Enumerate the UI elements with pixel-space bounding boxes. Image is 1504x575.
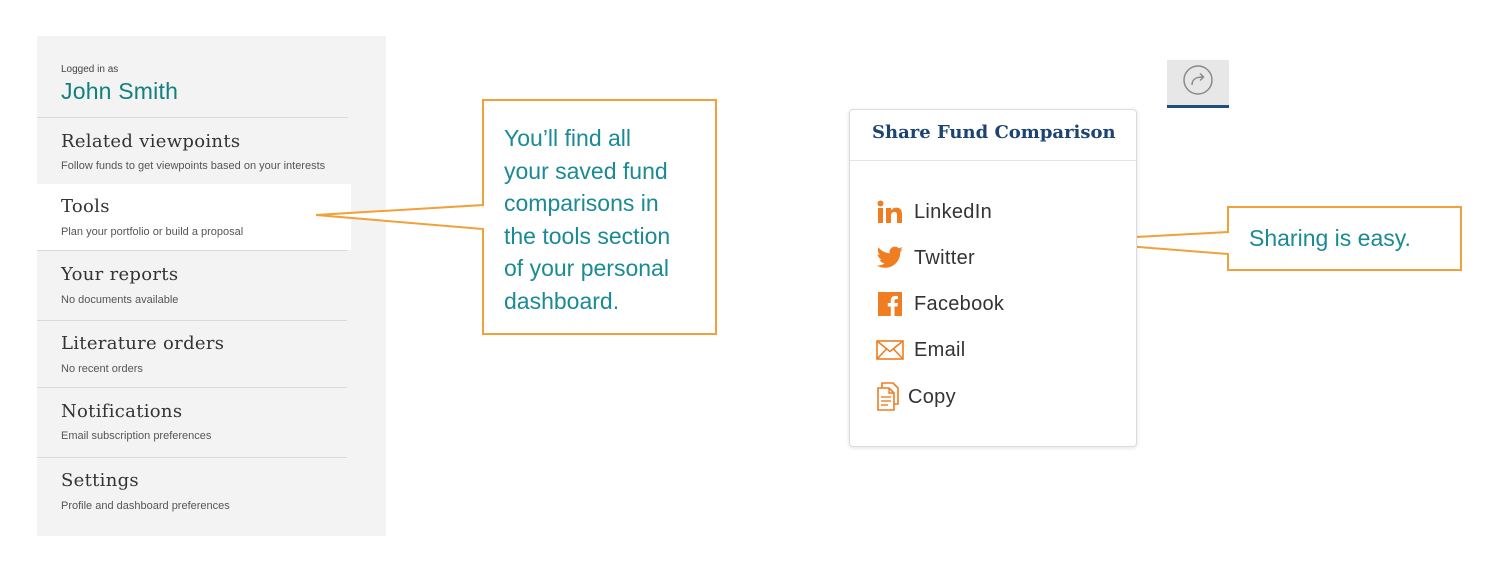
- linkedin-icon: [876, 198, 904, 226]
- callout-line: your saved fund: [504, 157, 668, 184]
- callout-line: You’ll find all: [504, 125, 632, 151]
- share-facebook[interactable]: Facebook: [876, 289, 1004, 319]
- share-twitter[interactable]: Twitter: [876, 243, 975, 273]
- share-item-label: Email: [914, 338, 966, 361]
- copy-icon: [876, 382, 900, 411]
- share-callout-text: Sharing is easy.: [1249, 225, 1411, 251]
- share-copy[interactable]: Copy: [876, 382, 956, 412]
- share-item-label: Facebook: [914, 292, 1005, 315]
- callout-line: the tools section: [504, 222, 671, 249]
- tools-callout-text: You’ll find all your saved fund comparis…: [504, 122, 670, 317]
- callout-shapes: [315, 99, 1462, 335]
- share-email[interactable]: Email: [876, 335, 966, 365]
- twitter-icon: [876, 244, 904, 272]
- share-item-label: Twitter: [914, 246, 975, 269]
- share-panel-title: Share Fund Comparison: [872, 122, 1116, 143]
- share-item-label: Copy: [908, 385, 956, 408]
- divider: [850, 160, 1136, 161]
- callout-line: of your personal: [504, 255, 669, 281]
- share-arrow-icon: [1182, 64, 1214, 101]
- email-icon: [876, 336, 904, 364]
- share-item-label: LinkedIn: [914, 200, 993, 223]
- share-panel: Share Fund Comparison LinkedIn Twitter F…: [849, 109, 1137, 447]
- facebook-icon: [876, 290, 904, 318]
- callout-line: comparisons in: [504, 190, 659, 216]
- share-linkedin[interactable]: LinkedIn: [876, 197, 992, 227]
- callout-line: dashboard.: [504, 287, 620, 314]
- share-button[interactable]: [1167, 60, 1229, 108]
